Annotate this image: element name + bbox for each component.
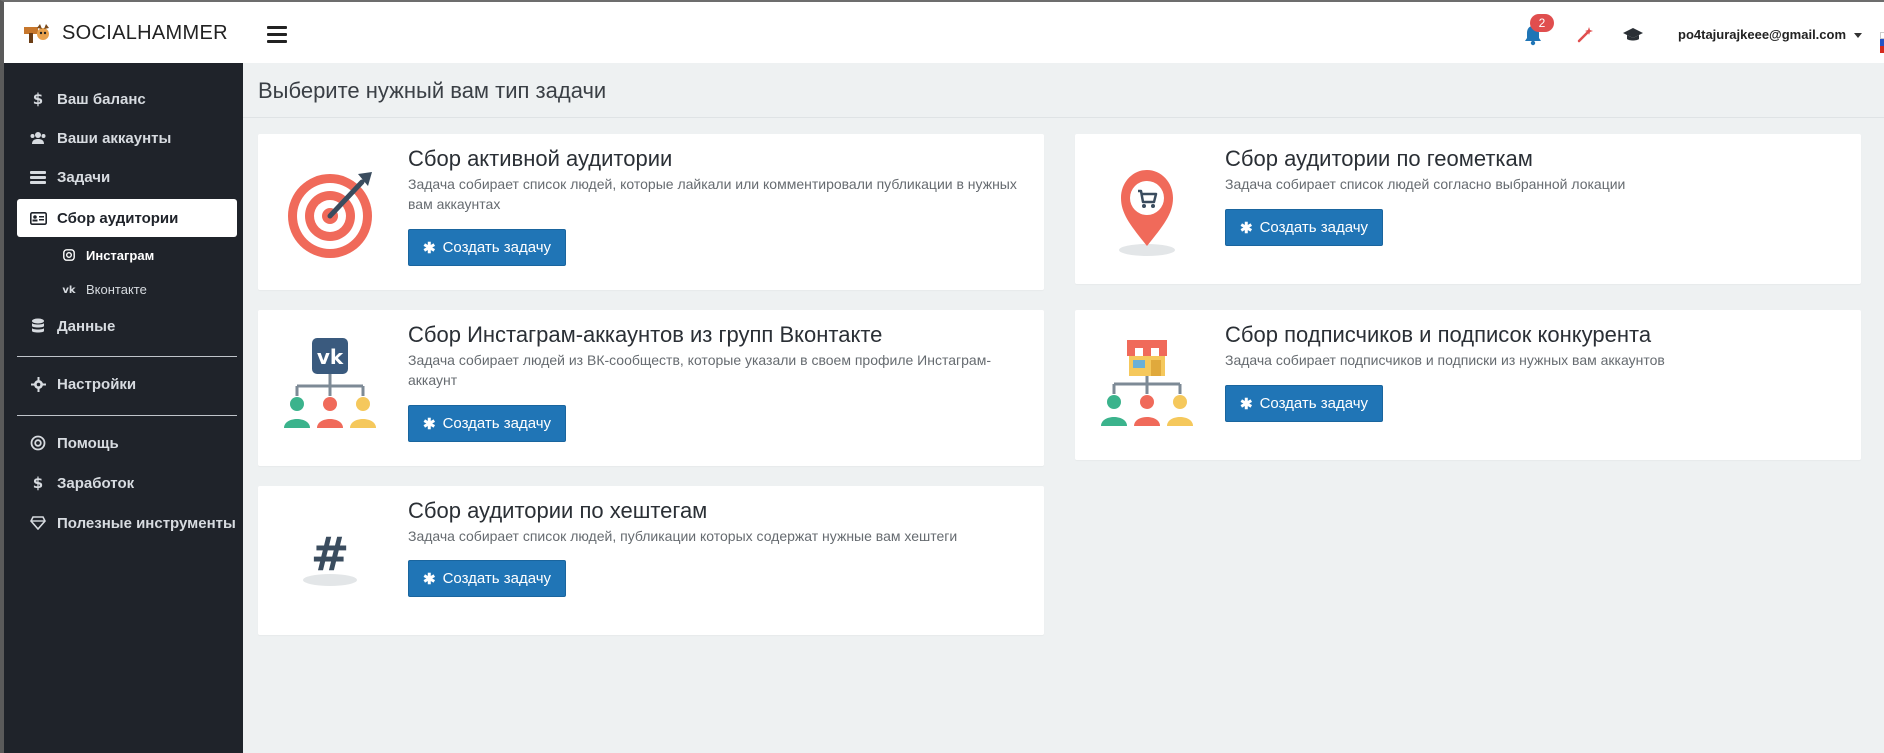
database-icon — [29, 317, 47, 335]
hamburger-menu-icon[interactable] — [267, 26, 287, 44]
target-icon — [288, 172, 372, 258]
life-ring-icon — [29, 434, 47, 452]
sidebar-divider — [17, 356, 237, 357]
card-description: Задача собирает список людей согласно вы… — [1225, 176, 1626, 192]
task-card-geotags: Сбор аудитории по геометкам Задача собир… — [1075, 134, 1861, 284]
brand[interactable]: SOCIALHAMMER — [22, 18, 228, 48]
vk-group-tree-icon: vk — [284, 338, 376, 428]
gear-icon — [29, 375, 47, 393]
sidebar-item-label: Настройки — [57, 375, 137, 393]
sidebar-item-accounts[interactable]: Ваши аккаунты — [17, 119, 237, 157]
users-icon — [29, 129, 47, 147]
card-description: Задача собирает людей из ВК-сообществ, к… — [408, 352, 991, 388]
sidebar-item-tools[interactable]: Полезные инструменты — [17, 504, 237, 542]
brand-name: SOCIALHAMMER — [62, 21, 228, 44]
svg-text:$: $ — [33, 475, 43, 491]
svg-text:vk: vk — [317, 345, 344, 369]
magic-wand-icon[interactable] — [1572, 22, 1598, 48]
asterisk-icon: ✱ — [423, 570, 436, 588]
sidebar-subitem-instagram[interactable]: Инстаграм — [62, 243, 154, 267]
sidebar-item-label: Ваш баланс — [57, 90, 146, 108]
create-task-button[interactable]: ✱ Создать задачу — [408, 405, 567, 442]
asterisk-icon: ✱ — [1240, 219, 1253, 237]
task-card-active-audience: Сбор активной аудитории Задача собирает … — [258, 134, 1044, 290]
sidebar-item-label: Сбор аудитории — [57, 209, 179, 227]
hammer-logo-icon — [24, 24, 49, 43]
card-title: Сбор подписчиков и подписок конкурента — [1225, 322, 1652, 347]
graduation-cap-icon[interactable] — [1620, 22, 1646, 48]
dollar-icon: $ — [29, 90, 47, 108]
sidebar-item-label: Заработок — [57, 474, 135, 492]
sidebar-item-label: Помощь — [57, 434, 119, 452]
sidebar-subitem-label: Вконтакте — [86, 281, 147, 297]
card-description: Задача собирает список людей, публикации… — [408, 528, 958, 544]
sidebar-item-tasks[interactable]: Задачи — [17, 158, 237, 196]
tasks-icon — [29, 168, 47, 186]
sidebar-item-audience[interactable]: Сбор аудитории — [17, 199, 237, 237]
sidebar-subitem-vk[interactable]: vk Вконтакте — [62, 277, 147, 301]
svg-text:vk: vk — [62, 285, 76, 294]
card-title: Сбор аудитории по хештегам — [408, 498, 708, 523]
sidebar-item-balance[interactable]: $ Ваш баланс — [17, 80, 237, 118]
vk-icon: vk — [62, 282, 76, 296]
sidebar-item-label: Данные — [57, 317, 116, 335]
button-label: Создать задачу — [442, 415, 552, 432]
asterisk-icon: ✱ — [423, 239, 436, 257]
svg-text:$: $ — [33, 91, 43, 107]
map-pin-cart-icon — [1119, 170, 1175, 256]
sidebar-item-label: Полезные инструменты — [57, 514, 236, 532]
diamond-icon — [29, 514, 47, 532]
notification-count-badge: 2 — [1530, 14, 1554, 32]
button-label: Создать задачу — [442, 570, 552, 587]
instagram-icon — [62, 248, 76, 262]
shop-tree-icon — [1101, 340, 1193, 426]
task-card-competitor: Сбор подписчиков и подписок конкурента З… — [1075, 310, 1861, 460]
user-menu[interactable]: po4tajurajkeee@gmail.com — [1678, 27, 1863, 42]
card-title: Сбор активной аудитории — [408, 146, 673, 171]
sidebar-subitem-label: Инстаграм — [86, 247, 155, 263]
sidebar-item-data[interactable]: Данные — [17, 307, 237, 345]
asterisk-icon: ✱ — [423, 415, 436, 433]
sidebar: $ Ваш баланс Ваши аккаунты Задачи Сбор а… — [0, 63, 243, 753]
asterisk-icon: ✱ — [1240, 395, 1253, 413]
sidebar-item-help[interactable]: Помощь — [17, 424, 237, 462]
id-card-icon — [29, 209, 47, 227]
sidebar-item-label: Задачи — [57, 168, 111, 186]
page-title: Выберите нужный вам тип задачи — [258, 78, 607, 103]
page-header: Выберите нужный вам тип задачи — [243, 63, 1884, 118]
card-description: Задача собирает подписчиков и подписки и… — [1225, 352, 1665, 368]
language-flag-icon[interactable] — [1880, 32, 1884, 54]
chevron-down-icon — [1854, 33, 1863, 38]
create-task-button[interactable]: ✱ Создать задачу — [408, 229, 567, 266]
svg-text:#: # — [311, 527, 350, 581]
hashtag-icon: # — [303, 527, 357, 586]
create-task-button[interactable]: ✱ Создать задачу — [1225, 385, 1384, 422]
sidebar-item-label: Ваши аккаунты — [57, 129, 172, 147]
task-card-hashtags: # Сбор аудитории по хештегам Задача соби… — [258, 486, 1044, 635]
button-label: Создать задачу — [442, 239, 552, 256]
sidebar-item-earnings[interactable]: $ Заработок — [17, 464, 237, 502]
sidebar-divider — [17, 415, 237, 416]
button-label: Создать задачу — [1259, 395, 1369, 412]
create-task-button[interactable]: ✱ Создать задачу — [408, 560, 567, 597]
card-title: Сбор Инстаграм-аккаунтов из групп Вконта… — [408, 322, 883, 347]
card-title: Сбор аудитории по геометкам — [1225, 146, 1533, 171]
top-navbar: SOCIALHAMMER 2 po4tajurajkeee@gmail.com — [0, 0, 1884, 63]
user-email: po4tajurajkeee@gmail.com — [1678, 27, 1847, 42]
sidebar-item-settings[interactable]: Настройки — [17, 365, 237, 403]
task-card-vk-groups: vk Сбор Инстаграм-аккаунтов из групп Вко… — [258, 310, 1044, 466]
create-task-button[interactable]: ✱ Создать задачу — [1225, 209, 1384, 246]
card-description: Задача собирает список людей, которые ла… — [408, 176, 1017, 212]
dollar-icon: $ — [29, 474, 47, 492]
button-label: Создать задачу — [1259, 219, 1369, 236]
